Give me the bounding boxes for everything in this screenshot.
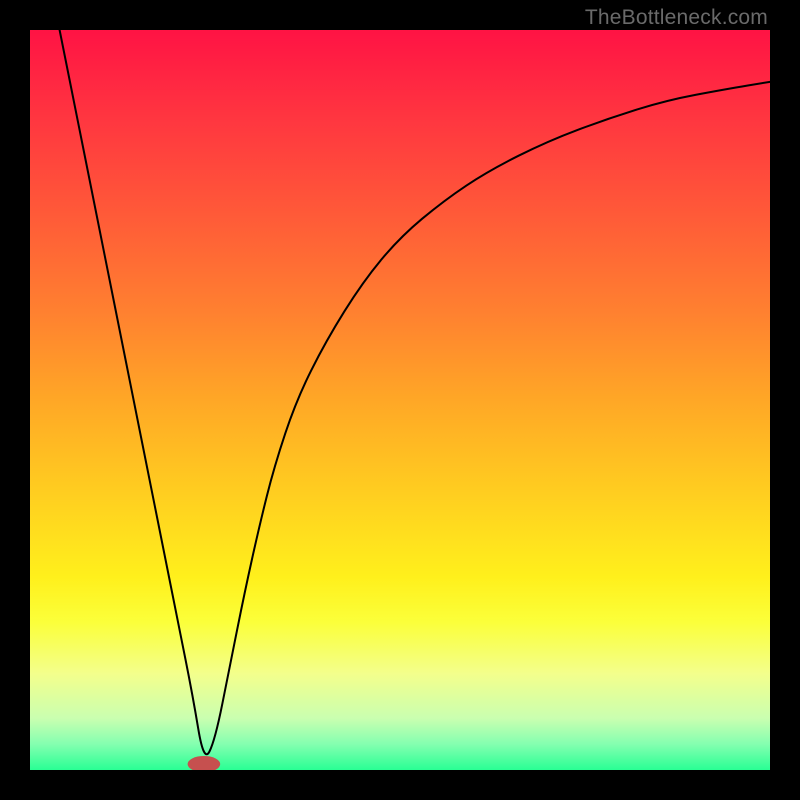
bottleneck-chart	[30, 30, 770, 770]
chart-frame: TheBottleneck.com	[0, 0, 800, 800]
heat-gradient-background	[30, 30, 770, 770]
watermark-label: TheBottleneck.com	[585, 6, 768, 30]
plot-area	[30, 30, 770, 770]
